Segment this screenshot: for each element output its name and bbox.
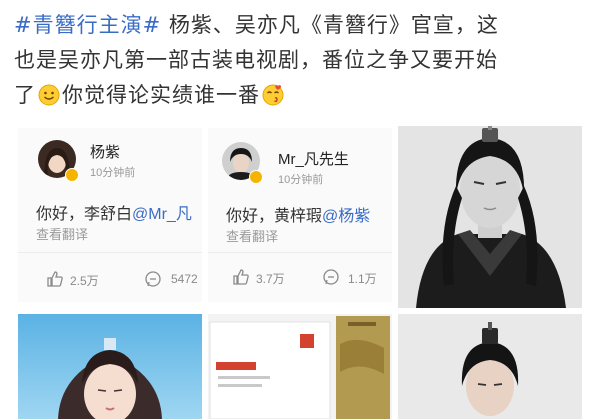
mention-link[interactable]: @杨紫: [322, 208, 370, 225]
actress-image: [18, 314, 202, 419]
verified-badge-icon: [249, 170, 263, 184]
hashtag-link[interactable]: #青簪行主演#: [14, 13, 161, 37]
card-message: 你好，黄梓瑕@杨紫: [226, 202, 370, 226]
post-time: 10分钟前: [278, 174, 324, 186]
like-count: 3.7万: [256, 272, 285, 286]
mention-link[interactable]: @Mr_凡: [132, 206, 192, 223]
greeting-text: 你好，黄梓瑕: [226, 208, 323, 225]
card-divider: [18, 252, 202, 253]
comment-icon[interactable]: [144, 270, 162, 288]
man-portrait-image: [398, 314, 582, 419]
user-name[interactable]: 杨紫: [90, 141, 120, 162]
translate-link[interactable]: 查看翻译: [36, 224, 88, 243]
smile-emoji-icon: [38, 84, 60, 106]
like-icon[interactable]: [232, 268, 250, 286]
photo-book-covers[interactable]: [208, 314, 392, 419]
comment-count: 5472: [171, 272, 198, 286]
weibo-card-yangzi[interactable]: 杨紫 10分钟前 你好，李舒白@Mr_凡 查看翻译 2.5万 5472: [18, 128, 202, 302]
comment-count: 1.1万: [348, 272, 377, 286]
like-count: 2.5万: [70, 274, 99, 288]
comment-icon[interactable]: [322, 268, 340, 286]
post-line-2: 也是吴亦凡第一部古装电视剧，番位之争又要开始: [14, 48, 498, 72]
post-line-3: 了 你觉得论实绩谁一番: [14, 78, 586, 113]
kiss-emoji-icon: [262, 84, 284, 106]
post-line-3-end: 你觉得论实绩谁一番: [62, 83, 260, 107]
greeting-text: 你好，李舒白: [36, 206, 133, 223]
verified-badge-icon: [65, 168, 79, 182]
post-line-1: #青簪行主演# 杨紫、吴亦凡《青簪行》官宣，这: [14, 8, 586, 43]
card-divider: [208, 252, 392, 253]
book-covers-image: [208, 314, 392, 419]
photo-actress[interactable]: [18, 314, 202, 419]
photo-man-portrait[interactable]: [398, 314, 582, 419]
post-line-1-text: 杨紫、吴亦凡《青簪行》官宣，这: [161, 13, 499, 37]
user-name[interactable]: Mr_凡先生: [278, 148, 349, 169]
card-message: 你好，李舒白@Mr_凡: [36, 200, 192, 224]
post-line-3-start: 了: [14, 83, 36, 107]
photo-costume-portrait[interactable]: [398, 126, 582, 308]
post-text: #青簪行主演# 杨紫、吴亦凡《青簪行》官宣，这 也是吴亦凡第一部古装电视剧，番位…: [14, 8, 586, 113]
post-time: 10分钟前: [90, 167, 136, 179]
weibo-card-mrfan[interactable]: Mr_凡先生 10分钟前 你好，黄梓瑕@杨紫 查看翻译 3.7万 1.1万: [208, 128, 392, 302]
like-icon[interactable]: [46, 270, 64, 288]
translate-link[interactable]: 查看翻译: [226, 226, 278, 245]
portrait-image: [398, 126, 582, 308]
